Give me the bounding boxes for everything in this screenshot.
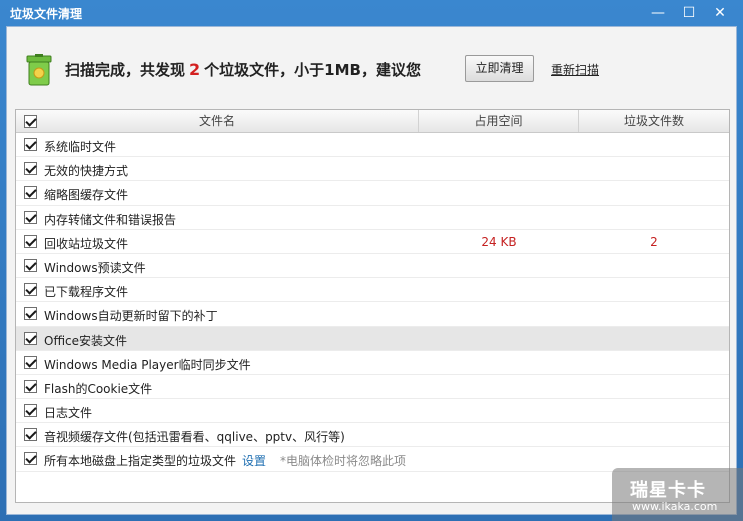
scan-summary: 扫描完成，共发现 2 个垃圾文件，小于1MB，建议您 立即清理 重新扫描 [21,51,721,91]
row-name: Flash的Cookie文件 [44,381,153,396]
table-row[interactable]: 系统临时文件 [16,133,729,158]
table-row[interactable]: 日志文件 [16,399,729,424]
table-row[interactable]: Flash的Cookie文件 [16,375,729,400]
column-header-name-label: 文件名 [198,114,235,128]
table-row[interactable]: 缩略图缓存文件 [16,181,729,206]
row-name: 系统临时文件 [44,140,117,154]
row-space: 24 KB [481,234,517,249]
row-name: Windows预读文件 [44,260,146,275]
junk-count: 2 [189,60,201,79]
row-name: Windows Media Player临时同步文件 [44,357,251,372]
row-checkbox[interactable] [24,234,37,248]
table-row[interactable]: Office安装文件 [16,326,729,351]
clean-now-button[interactable]: 立即清理 [465,55,534,82]
select-all-checkbox[interactable] [24,115,37,128]
row-name: Office安装文件 [44,333,128,348]
row-checkbox[interactable] [24,404,37,418]
row-checkbox[interactable] [24,162,37,176]
table-row[interactable]: Windows预读文件 [16,254,729,279]
site-watermark: 瑞星卡卡 www.ikaka.com [612,468,743,521]
row-name: 已下载程序文件 [44,285,129,300]
list-header: 文件名 占用空间 垃圾文件数 [16,110,729,133]
junk-file-list: 文件名 占用空间 垃圾文件数 系统临时文件 无效的快捷方式 缩略图缓存文件 内存… [15,109,730,503]
rescan-link[interactable]: 重新扫描 [551,61,599,78]
row-checkbox[interactable] [24,210,37,224]
table-row[interactable]: 无效的快捷方式 [16,157,729,182]
row-name: 回收站垃圾文件 [44,236,129,251]
close-button[interactable]: ✕ [709,3,731,23]
trash-bin-icon [26,54,52,86]
row-checkbox[interactable] [24,331,37,345]
summary-text: 扫描完成，共发现 2 个垃圾文件，小于1MB，建议您 [65,59,421,80]
row-checkbox[interactable] [24,379,37,393]
row-checkbox[interactable] [24,355,37,369]
row-name: Windows自动更新时留下的补丁 [44,309,218,324]
row-name: 音视频缓存文件(包括迅雷看看、qqlive、pptv、风行等) [44,430,345,445]
column-header-space[interactable]: 占用空间 [419,110,579,132]
row-checkbox[interactable] [24,258,37,272]
list-rows: 系统临时文件 无效的快捷方式 缩略图缓存文件 内存转储文件和错误报告 回收站垃圾… [16,133,729,472]
title-bar[interactable]: 垃圾文件清理 — ☐ ✕ [0,0,743,26]
row-checkbox[interactable] [24,428,37,442]
table-row[interactable]: Windows Media Player临时同步文件 [16,351,729,375]
row-name-with-link: 所有本地磁盘上指定类型的垃圾文件 设置 *电脑体检时将忽略此项 [44,452,406,469]
row-name: 缩略图缓存文件 [44,188,129,203]
maximize-button[interactable]: ☐ [678,3,700,23]
row-checkbox[interactable] [24,307,37,321]
table-row[interactable]: 已下载程序文件 [16,278,729,303]
client-area: 扫描完成，共发现 2 个垃圾文件，小于1MB，建议您 立即清理 重新扫描 文件名 占… [6,26,737,515]
summary-prefix: 扫描完成，共发现 [65,61,186,79]
table-row[interactable]: 音视频缓存文件(包括迅雷看看、qqlive、pptv、风行等) [16,423,729,448]
window-title: 垃圾文件清理 [10,7,83,21]
row-checkbox[interactable] [24,186,37,200]
watermark-url: www.ikaka.com [632,500,718,513]
row-checkbox[interactable] [24,138,37,151]
table-row[interactable]: 回收站垃圾文件 24 KB 2 [16,230,729,254]
row-name: 内存转储文件和错误报告 [44,212,177,227]
minimize-button[interactable]: — [647,3,669,23]
row-checkbox[interactable] [24,452,37,466]
row-name: 所有本地磁盘上指定类型的垃圾文件 [44,454,237,469]
row-name: 无效的快捷方式 [44,164,129,179]
row-checkbox[interactable] [24,283,37,297]
column-header-name[interactable]: 文件名 [16,110,419,132]
row-name: 日志文件 [44,406,93,421]
watermark-logo-text: 瑞星卡卡 [630,480,706,501]
table-row[interactable]: 内存转储文件和错误报告 [16,206,729,230]
cleanup-window: 垃圾文件清理 — ☐ ✕ 扫描完成，共发现 2 个垃圾文件，小于1MB，建议您 立即… [0,0,743,521]
table-row[interactable]: Windows自动更新时留下的补丁 [16,302,729,327]
summary-suffix: 个垃圾文件，小于1MB，建议您 [204,61,421,79]
row-count: 2 [650,234,658,249]
settings-link[interactable]: 设置 [242,454,266,468]
column-header-count[interactable]: 垃圾文件数 [579,110,729,132]
ignore-note: *电脑体检时将忽略此项 [280,454,407,469]
